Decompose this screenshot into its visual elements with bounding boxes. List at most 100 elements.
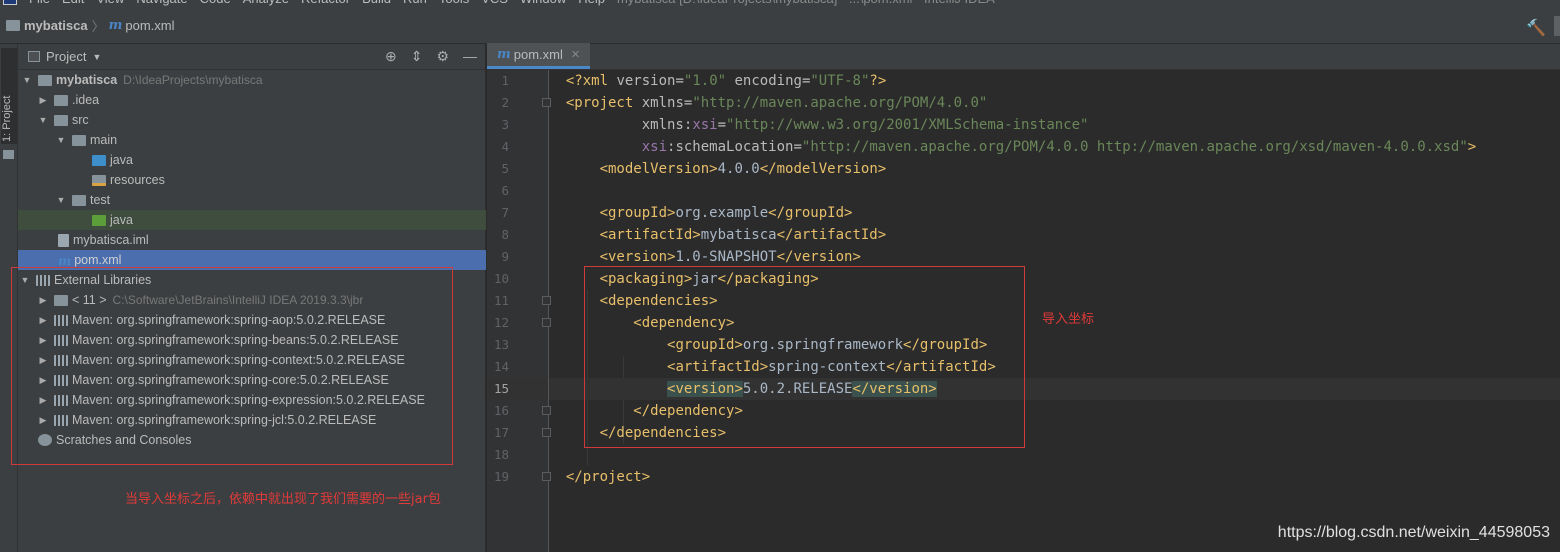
tree-item-path: D:\IdeaProjects\mybatisca — [123, 73, 263, 87]
menu-item[interactable]: Help — [578, 0, 605, 6]
folder-icon — [38, 74, 52, 86]
tree-item-label: java — [110, 213, 133, 227]
locate-target-icon[interactable]: ⊕ — [385, 48, 397, 65]
tree-item-iml[interactable]: mybatisca.iml — [18, 230, 486, 250]
expand-arrow-icon[interactable]: ▼ — [56, 135, 66, 145]
expand-arrow-icon[interactable]: ▼ — [56, 195, 66, 205]
tree-item-main-java[interactable]: java — [18, 150, 486, 170]
build-hammer-icon[interactable]: 🔨 — [1526, 18, 1546, 38]
project-view-title[interactable]: Project — [46, 49, 86, 64]
tree-item-test[interactable]: ▼ test — [18, 190, 486, 210]
tree-item-label: .idea — [72, 93, 100, 107]
line-number: 16 — [493, 403, 509, 418]
tree-item-label: resources — [110, 173, 165, 187]
menu-item[interactable]: Analyze — [243, 0, 289, 6]
tab-pom-xml[interactable]: m pom.xml ✕ — [487, 43, 591, 69]
line-number: 8 — [501, 227, 509, 242]
code-line-1: <?xml version="1.0" encoding="UTF-8"?> — [565, 73, 887, 89]
source-folder-icon — [92, 154, 106, 166]
project-view-icon — [28, 51, 40, 62]
close-icon[interactable]: ✕ — [571, 48, 580, 61]
line-gutter: 1 2 3 4 5 6 7 8 9 10 11 12 13 14 15 16 17 18 19 — [487, 70, 551, 552]
maven-file-icon: m — [497, 47, 511, 62]
code-line-5: <modelVersion>4.0.0</modelVersion> — [599, 161, 887, 177]
expand-arrow-icon[interactable]: ▼ — [38, 115, 48, 125]
code-line-9: <version>1.0-SNAPSHOT</version> — [599, 249, 861, 265]
menu-item[interactable]: Navigate — [136, 0, 187, 6]
gear-icon[interactable]: ⚙ — [436, 48, 449, 65]
editor-tab-bar: m pom.xml ✕ — [487, 43, 1560, 70]
line-number: 6 — [501, 183, 509, 198]
tree-item-main[interactable]: ▼ main — [18, 130, 486, 150]
menu-item[interactable]: Edit — [62, 0, 84, 6]
watermark: https://blog.csdn.net/weixin_44598053 — [1277, 524, 1550, 541]
collapse-all-icon[interactable]: ⇕ — [411, 48, 423, 65]
app-icon — [3, 0, 17, 5]
tree-item-label: src — [72, 113, 89, 127]
folder-icon — [54, 94, 68, 106]
line-number: 7 — [501, 205, 509, 220]
line-number: 2 — [501, 95, 509, 110]
breadcrumb-project[interactable]: mybatisca — [24, 18, 88, 33]
line-number: 17 — [493, 425, 509, 440]
tree-item-label: mybatisca — [56, 73, 118, 87]
module-file-icon — [58, 233, 69, 247]
line-number: 1 — [501, 73, 509, 88]
tree-item-root[interactable]: ▼ mybatisca D:\IdeaProjects\mybatisca — [18, 70, 486, 90]
menu-item[interactable]: Tools — [439, 0, 469, 6]
line-number: 19 — [493, 469, 509, 484]
menu-item[interactable]: Build — [362, 0, 391, 6]
collapse-arrow-icon[interactable]: ▶ — [38, 95, 48, 106]
menu-item[interactable]: Window — [520, 0, 566, 6]
annotation-note-left: 当导入坐标之后，依赖中就出现了我们需要的一些jar包 — [125, 492, 441, 507]
line-number: 3 — [501, 117, 509, 132]
line-number: 5 — [501, 161, 509, 176]
tree-item-label: java — [110, 153, 133, 167]
code-line-3: xmlns:xsi="http://www.w3.org/2001/XMLSch… — [641, 117, 1089, 133]
line-number: 11 — [493, 293, 509, 308]
project-panel-header: Project ▼ ⊕ ⇕ ⚙ — — [18, 44, 485, 70]
navigation-bar: mybatisca 〉 m pom.xml 🔨 — [0, 8, 1560, 44]
chevron-down-icon[interactable]: ▼ — [92, 52, 101, 62]
folder-icon — [72, 134, 86, 146]
tree-item-src[interactable]: ▼ src — [18, 110, 486, 130]
menu-item[interactable]: File — [29, 0, 50, 6]
tree-item-label: test — [90, 193, 111, 207]
tab-label: pom.xml — [513, 47, 563, 62]
tree-item-test-java[interactable]: java — [18, 210, 486, 230]
minimize-icon[interactable]: — — [463, 48, 477, 65]
tree-item-resources[interactable]: resources — [18, 170, 486, 190]
tree-item-label: main — [90, 133, 118, 147]
menu-item[interactable]: View — [96, 0, 124, 6]
structure-icon[interactable] — [3, 150, 14, 159]
annotation-note-right: 导入坐标 — [1042, 312, 1095, 327]
resources-folder-icon — [92, 174, 106, 186]
folder-icon — [54, 114, 68, 126]
line-number: 4 — [501, 139, 509, 154]
breadcrumb-file[interactable]: pom.xml — [125, 18, 174, 33]
folder-icon — [6, 20, 20, 31]
menu-item[interactable]: Refactor — [301, 0, 350, 6]
expand-arrow-icon[interactable]: ▼ — [22, 75, 32, 85]
window-title: mybatisca [D:\IdeaProjects\mybatisca] - … — [617, 0, 995, 6]
code-line-4: xsi:schemaLocation="http://maven.apache.… — [641, 139, 1477, 155]
navbar-edge — [1554, 16, 1560, 36]
maven-file-icon: m — [58, 252, 72, 268]
annotation-box-libraries — [11, 267, 453, 465]
menu-bar: File Edit View Navigate Code Analyze Refactor B… — [0, 0, 1560, 8]
line-number: 13 — [493, 337, 509, 352]
line-number: 12 — [493, 315, 509, 330]
menu-item[interactable]: Run — [403, 0, 427, 6]
folder-icon — [72, 194, 86, 206]
project-tool-tab-label: 1: Project — [1, 95, 13, 142]
test-folder-icon — [92, 214, 106, 226]
line-number: 15 — [493, 381, 509, 396]
menu-item[interactable]: VCS — [481, 0, 508, 6]
breadcrumb-separator: 〉 — [91, 19, 105, 34]
tree-item-idea[interactable]: ▶ .idea — [18, 90, 486, 110]
code-line-2: <project xmlns="http://maven.apache.org/… — [565, 95, 988, 111]
line-number: 14 — [493, 359, 509, 374]
tree-item-label: mybatisca.iml — [73, 233, 149, 247]
menu-item[interactable]: Code — [200, 0, 231, 6]
line-number: 18 — [493, 447, 509, 462]
